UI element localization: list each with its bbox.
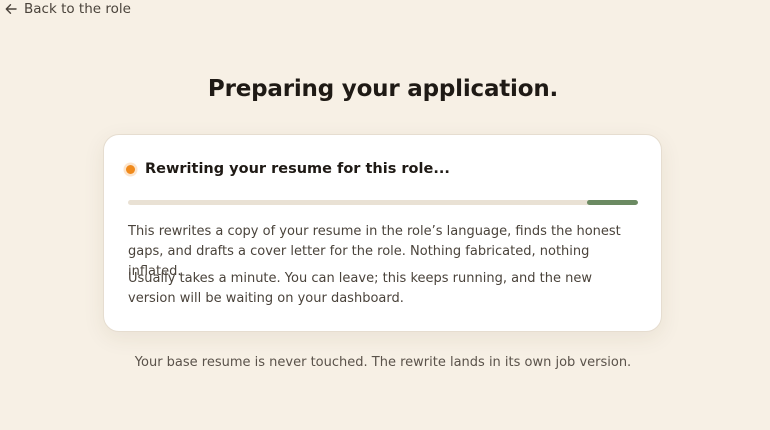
base-resume-footnote: Your base resume is never touched. The r… — [134, 355, 632, 370]
progress-track — [128, 200, 638, 205]
status-text: Rewriting your resume for this role... — [145, 161, 450, 177]
status-row: Rewriting your resume for this role... — [126, 161, 450, 177]
preparing-application-page: Back to the role Preparing your applicat… — [0, 0, 770, 430]
page-title: Preparing your application. — [207, 76, 559, 102]
progress-card: Rewriting your resume for this role... T… — [103, 134, 662, 332]
arrow-left-icon — [5, 4, 17, 14]
status-indicator-dot — [126, 164, 135, 174]
timing-note-text: Usually takes a minute. You can leave; t… — [128, 271, 593, 306]
back-link-label: Back to the role — [24, 1, 131, 17]
back-to-role-link[interactable]: Back to the role — [4, 1, 131, 17]
progress-fill — [587, 200, 638, 205]
